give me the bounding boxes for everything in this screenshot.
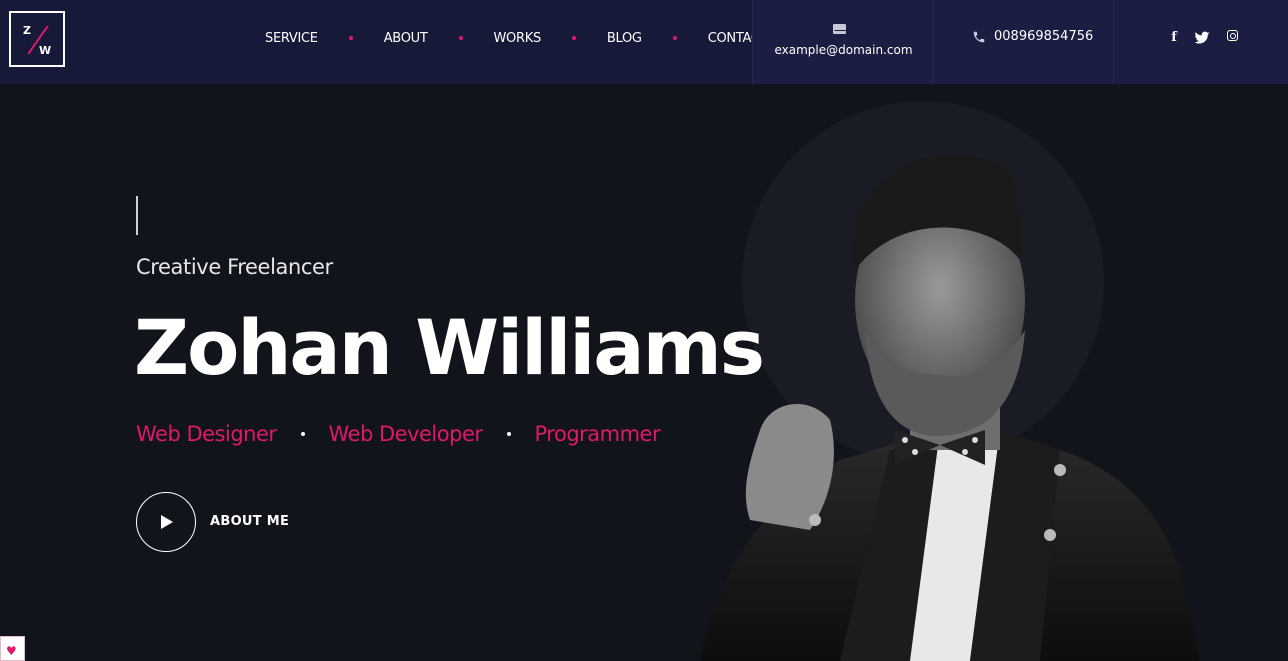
facebook-icon[interactable]: f bbox=[1166, 30, 1182, 46]
nav-separator bbox=[672, 36, 677, 40]
hero-subtitle: Creative Freelancer bbox=[136, 255, 333, 279]
role-separator bbox=[300, 432, 305, 436]
portrait-image bbox=[700, 154, 1200, 661]
corner-badge[interactable]: ♥ bbox=[0, 636, 25, 661]
main-nav: SERVICE ABOUT WORKS BLOG CONTACT bbox=[265, 28, 768, 48]
nav-blog[interactable]: BLOG bbox=[607, 31, 642, 46]
role-programmer: Programmer bbox=[534, 422, 661, 446]
site-logo[interactable]: Z W bbox=[9, 11, 65, 67]
email-address[interactable]: example@domain.com bbox=[753, 43, 934, 57]
phone-cell[interactable]: 008969854756 bbox=[933, 0, 1113, 84]
role-web-designer: Web Designer bbox=[136, 422, 277, 446]
site-header: Z W SERVICE ABOUT WORKS BLOG CONTACT exa… bbox=[0, 0, 1288, 84]
nav-about[interactable]: ABOUT bbox=[384, 31, 428, 46]
nav-works[interactable]: WORKS bbox=[494, 31, 542, 46]
logo-letter-z: Z bbox=[23, 24, 31, 37]
nav-separator bbox=[458, 36, 463, 40]
phone-icon bbox=[973, 31, 985, 43]
heart-icon: ♥ bbox=[6, 644, 17, 658]
social-links: f bbox=[1113, 0, 1288, 84]
nav-separator bbox=[348, 36, 353, 40]
about-me-label[interactable]: ABOUT ME bbox=[210, 514, 289, 529]
logo-letter-w: W bbox=[39, 44, 52, 57]
play-icon bbox=[161, 515, 173, 529]
phone-number[interactable]: 008969854756 bbox=[994, 29, 1093, 44]
text-cursor-line bbox=[136, 196, 138, 235]
twitter-icon[interactable] bbox=[1194, 30, 1210, 46]
hero-roles: Web Designer Web Developer Programmer bbox=[136, 422, 661, 446]
nav-service[interactable]: SERVICE bbox=[265, 31, 318, 46]
nav-separator bbox=[571, 36, 576, 40]
role-separator bbox=[506, 432, 511, 436]
hero-name: Zohan Williams bbox=[134, 303, 765, 392]
email-cell[interactable]: example@domain.com bbox=[752, 0, 933, 84]
envelope-icon bbox=[833, 24, 846, 34]
about-me-play-button[interactable] bbox=[136, 492, 196, 552]
role-web-developer: Web Developer bbox=[328, 422, 483, 446]
instagram-icon[interactable] bbox=[1224, 30, 1240, 46]
